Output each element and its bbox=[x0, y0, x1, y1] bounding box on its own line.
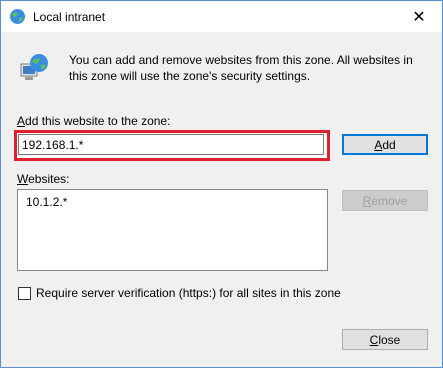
intranet-globe-computer-icon bbox=[20, 54, 48, 80]
add-website-label: Add this website to the zone: bbox=[17, 114, 170, 128]
add-website-highlight bbox=[14, 130, 330, 161]
add-button-mnemonic: A bbox=[374, 137, 383, 152]
zone-description: You can add and remove websites from thi… bbox=[69, 53, 413, 83]
local-intranet-dialog: Local intranet ✕ You can add and remove … bbox=[0, 0, 443, 368]
websites-label: Websites: bbox=[17, 172, 69, 186]
remove-button-label: emove bbox=[371, 193, 408, 208]
list-item[interactable]: 10.1.2.* bbox=[26, 195, 67, 209]
add-button[interactable]: Add bbox=[342, 134, 428, 155]
close-button[interactable]: Close bbox=[342, 329, 428, 350]
require-https-checkbox[interactable] bbox=[18, 287, 31, 300]
remove-button[interactable]: Remove bbox=[342, 190, 428, 211]
add-website-input[interactable] bbox=[18, 134, 324, 155]
websites-label-mnemonic: W bbox=[17, 172, 29, 186]
add-website-label-text: dd this website to the zone: bbox=[25, 114, 171, 128]
remove-button-mnemonic: R bbox=[362, 193, 372, 208]
add-button-label: dd bbox=[382, 137, 396, 152]
window-title: Local intranet bbox=[33, 10, 106, 24]
websites-list[interactable]: 10.1.2.* bbox=[17, 189, 328, 271]
close-icon[interactable]: ✕ bbox=[396, 1, 442, 32]
add-website-label-mnemonic: A bbox=[17, 114, 26, 128]
title-bar[interactable]: Local intranet ✕ bbox=[1, 1, 442, 32]
websites-label-text: ebsites: bbox=[28, 172, 70, 186]
require-https-label[interactable]: Require server verification (https:) for… bbox=[36, 286, 341, 300]
close-button-label: lose bbox=[378, 332, 401, 347]
intranet-globe-icon bbox=[10, 9, 25, 24]
close-button-mnemonic: C bbox=[369, 332, 379, 347]
